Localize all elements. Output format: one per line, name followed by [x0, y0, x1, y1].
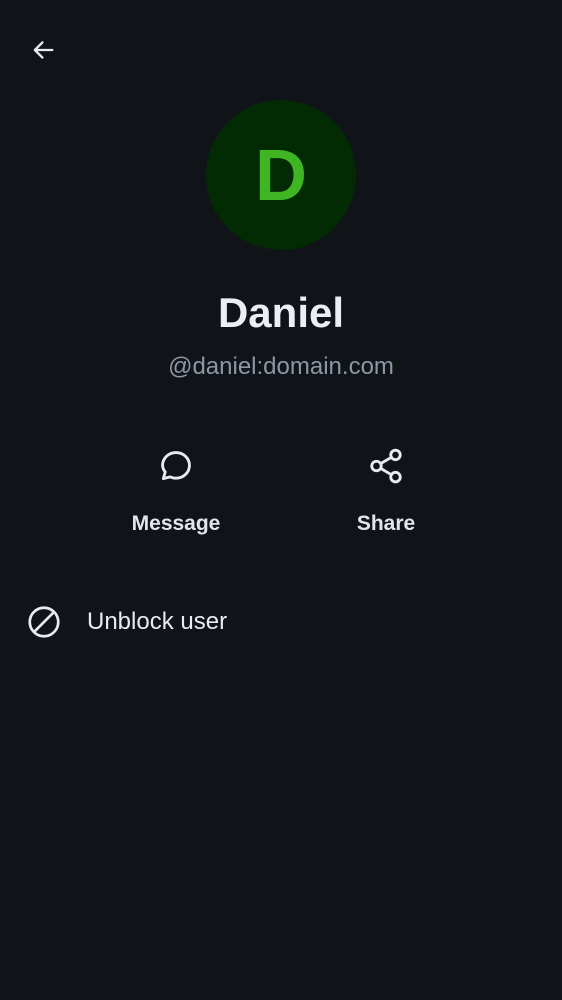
share-icon	[366, 446, 406, 486]
user-profile-screen: D Daniel @daniel:domain.com Message Shar…	[0, 0, 562, 1000]
user-id: @daniel:domain.com	[168, 353, 394, 380]
avatar-initial: D	[255, 136, 307, 216]
message-label: Message	[131, 512, 221, 535]
avatar[interactable]: D	[206, 100, 356, 250]
block-icon	[26, 604, 62, 640]
chat-bubble-icon	[156, 446, 196, 486]
back-button[interactable]	[22, 29, 64, 71]
arrow-left-icon	[33, 41, 54, 59]
unblock-user-label: Unblock user	[87, 608, 228, 635]
message-button[interactable]: Message	[106, 440, 246, 550]
display-name: Daniel	[217, 289, 345, 336]
unblock-user-button[interactable]: Unblock user	[0, 592, 562, 652]
share-button[interactable]: Share	[316, 440, 456, 550]
share-label: Share	[356, 512, 416, 535]
